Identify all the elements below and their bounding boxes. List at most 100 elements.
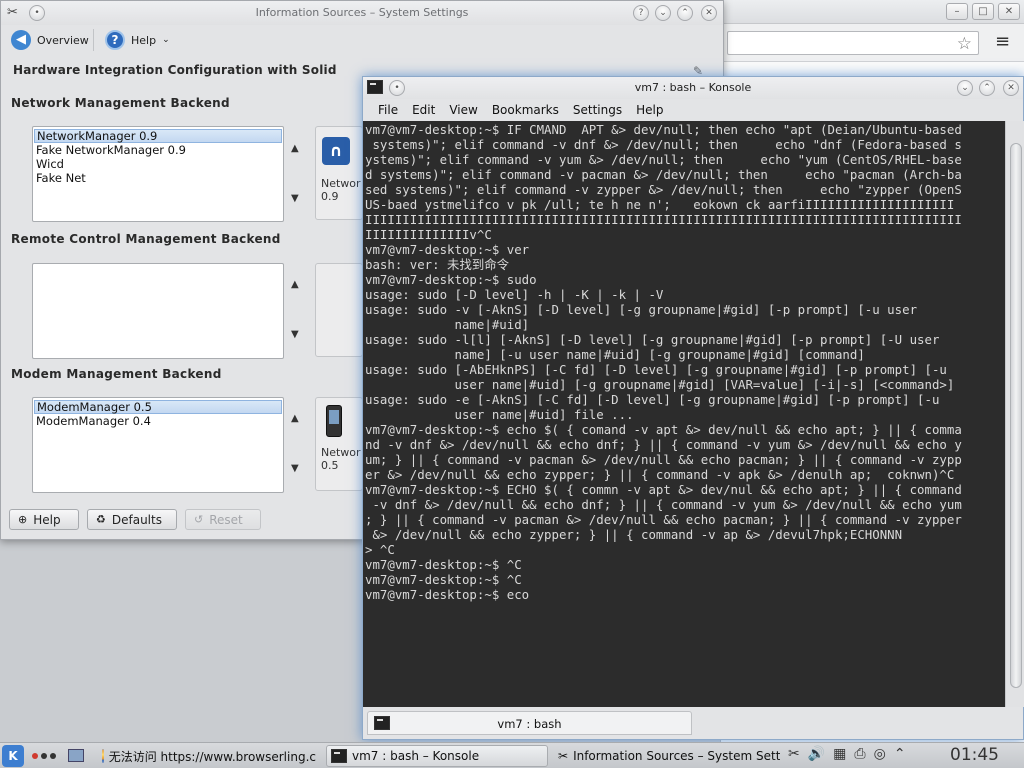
terminal-icon: [331, 749, 347, 763]
list-item[interactable]: Fake Net: [34, 171, 282, 185]
bookmark-star-icon[interactable]: ☆: [957, 34, 972, 54]
phone-icon: [326, 405, 342, 437]
expand-tray-icon[interactable]: ⌃: [894, 746, 906, 762]
reset-button[interactable]: ↺ Reset: [185, 509, 261, 530]
terminal-line: IIIIIIIIIIIIIIIIIIIIIIIIIIIIIIIIIIIIIIII…: [365, 212, 962, 227]
terminal-line: user name|#uid] file ...: [365, 407, 634, 422]
browser-url-input[interactable]: ☆: [727, 31, 979, 55]
settings-window-title: Information Sources – System Settings: [255, 6, 469, 19]
lifebuoy-icon: ⊕: [18, 513, 28, 526]
maximize-button[interactable]: ⌃: [677, 5, 693, 21]
menu-help[interactable]: Help: [629, 103, 670, 117]
settings-titlebar[interactable]: ✂ • Information Sources – System Setting…: [1, 1, 723, 25]
minimize-button[interactable]: ⌄: [655, 5, 671, 21]
menu-file[interactable]: File: [371, 103, 405, 117]
terminal-line: usage: sudo [-D level] -h | -K | -k | -V: [365, 287, 664, 302]
kde-menu-icon[interactable]: K: [2, 745, 24, 767]
dot-icon: [32, 753, 38, 759]
list-item[interactable]: Wicd: [34, 157, 282, 171]
list-item[interactable]: Fake NetworkManager 0.9: [34, 143, 282, 157]
terminal-line: vm7@vm7-desktop:~$ ver: [365, 242, 530, 257]
terminal-line: name] [-u user name|#uid] [-g groupname|…: [365, 347, 865, 362]
defaults-button[interactable]: ♻ Defaults: [87, 509, 177, 530]
context-help-button[interactable]: ?: [633, 5, 649, 21]
menu-bookmarks[interactable]: Bookmarks: [485, 103, 566, 117]
terminal-line: vm7@vm7-desktop:~$ ECHO $( { commn -v ap…: [365, 482, 962, 497]
chevron-down-icon: ⌄: [162, 35, 170, 45]
clipboard-icon[interactable]: ▦: [833, 746, 846, 762]
desktop-pager-icon[interactable]: [68, 749, 84, 762]
close-button[interactable]: ✕: [701, 5, 717, 21]
move-down-arrow-icon[interactable]: ▼: [291, 463, 299, 474]
menu-edit[interactable]: Edit: [405, 103, 442, 117]
terminal-scrollbar[interactable]: [1005, 121, 1024, 707]
terminal-line: d systems)"; elif command -v pacman &> /…: [365, 167, 962, 182]
scrollbar-thumb[interactable]: [1010, 143, 1022, 688]
printer-icon[interactable]: ⎙: [854, 746, 865, 762]
move-down-arrow-icon[interactable]: ▼: [291, 193, 299, 204]
dot-icon: [50, 753, 56, 759]
volume-icon[interactable]: 🔊: [808, 746, 825, 762]
remote-backend-list[interactable]: [32, 263, 284, 359]
networkmanager-icon: ∩: [322, 137, 350, 165]
browser-toolbar: ☆ ≡: [721, 24, 1024, 62]
cut-icon[interactable]: ✂: [788, 746, 800, 762]
move-up-arrow-icon[interactable]: ▲: [291, 143, 299, 154]
terminal-line: > ^C: [365, 542, 395, 557]
konsole-window: • vm7 : bash – Konsole ⌄ ⌃ ✕ File Edit V…: [362, 76, 1024, 740]
preview-version: 0.5: [321, 459, 339, 472]
network-backend-list[interactable]: NetworkManager 0.9 Fake NetworkManager 0…: [32, 126, 284, 222]
overview-label: Overview: [37, 33, 89, 47]
page-title: Hardware Integration Configuration with …: [13, 63, 337, 77]
preview-name: Networ: [321, 446, 361, 459]
help-button-label: Help: [33, 512, 61, 527]
konsole-menubar: File Edit View Bookmarks Settings Help: [363, 99, 1023, 121]
defaults-icon: ♻: [96, 513, 106, 526]
terminal-line: name|#uid]: [365, 317, 530, 332]
move-up-arrow-icon[interactable]: ▲: [291, 279, 299, 290]
task-browser[interactable]: 无法访问 https://www.browserling.c: [98, 745, 320, 767]
system-tray: ✂ 🔊 ▦ ⎙ ◎ ⌃: [788, 746, 906, 762]
activity-dots[interactable]: [32, 753, 56, 759]
browser-titlebar: – □ ✕: [721, 0, 1024, 24]
terminal-line: usage: sudo -l[l] [-AknS] [-D level] [-g…: [365, 332, 940, 347]
maximize-button[interactable]: ⌃: [979, 80, 995, 96]
terminal-line: IIIIIIIIIIIIIIv^C: [365, 227, 492, 242]
dot-icon: [41, 753, 47, 759]
reset-icon: ↺: [194, 513, 204, 526]
terminal-line: vm7@vm7-desktop:~$ IF CMAND APT &> dev/n…: [365, 122, 962, 137]
task-konsole[interactable]: vm7 : bash – Konsole: [326, 745, 548, 767]
network-icon[interactable]: ◎: [874, 746, 886, 762]
browser-menu-icon[interactable]: ≡: [995, 33, 1010, 51]
browser-close-button[interactable]: ✕: [998, 3, 1020, 20]
browser-globe-icon: [102, 749, 104, 763]
terminal-line: user name|#uid] [-g groupname|#gid] [VAR…: [365, 377, 955, 392]
menu-view[interactable]: View: [442, 103, 484, 117]
modem-backend-list[interactable]: ModemManager 0.5 ModemManager 0.4: [32, 397, 284, 493]
minimize-button[interactable]: ⌄: [957, 80, 973, 96]
tab-label: vm7 : bash: [497, 717, 562, 731]
move-down-arrow-icon[interactable]: ▼: [291, 329, 299, 340]
terminal-line: usage: sudo -e [-AknS] [-C fd] [-D level…: [365, 392, 940, 407]
move-up-arrow-icon[interactable]: ▲: [291, 413, 299, 424]
help-menu-button[interactable]: ? Help ⌄: [101, 28, 174, 52]
terminal-output[interactable]: vm7@vm7-desktop:~$ IF CMAND APT &> dev/n…: [363, 121, 1005, 707]
defaults-button-label: Defaults: [111, 512, 162, 527]
network-backend-heading: Network Management Backend: [11, 96, 230, 110]
close-button[interactable]: ✕: [1003, 80, 1019, 96]
settings-toolbar: ◀ Overview ? Help ⌄: [1, 25, 723, 55]
tab-bash[interactable]: vm7 : bash: [367, 711, 692, 735]
list-item[interactable]: NetworkManager 0.9: [34, 129, 282, 143]
list-item[interactable]: ModemManager 0.4: [34, 414, 282, 428]
konsole-titlebar[interactable]: • vm7 : bash – Konsole ⌄ ⌃ ✕: [363, 77, 1023, 99]
help-button[interactable]: ⊕ Help: [9, 509, 79, 530]
tools-icon: ✂: [558, 749, 569, 763]
menu-settings[interactable]: Settings: [566, 103, 629, 117]
list-item[interactable]: ModemManager 0.5: [34, 400, 282, 414]
remote-backend-heading: Remote Control Management Backend: [11, 232, 281, 246]
clock[interactable]: 01:45: [950, 745, 999, 765]
browser-maximize-button[interactable]: □: [972, 3, 994, 20]
browser-minimize-button[interactable]: –: [946, 3, 968, 20]
task-system-settings[interactable]: ✂ Information Sources – System Setti: [554, 745, 780, 767]
overview-button[interactable]: ◀ Overview: [7, 28, 93, 52]
